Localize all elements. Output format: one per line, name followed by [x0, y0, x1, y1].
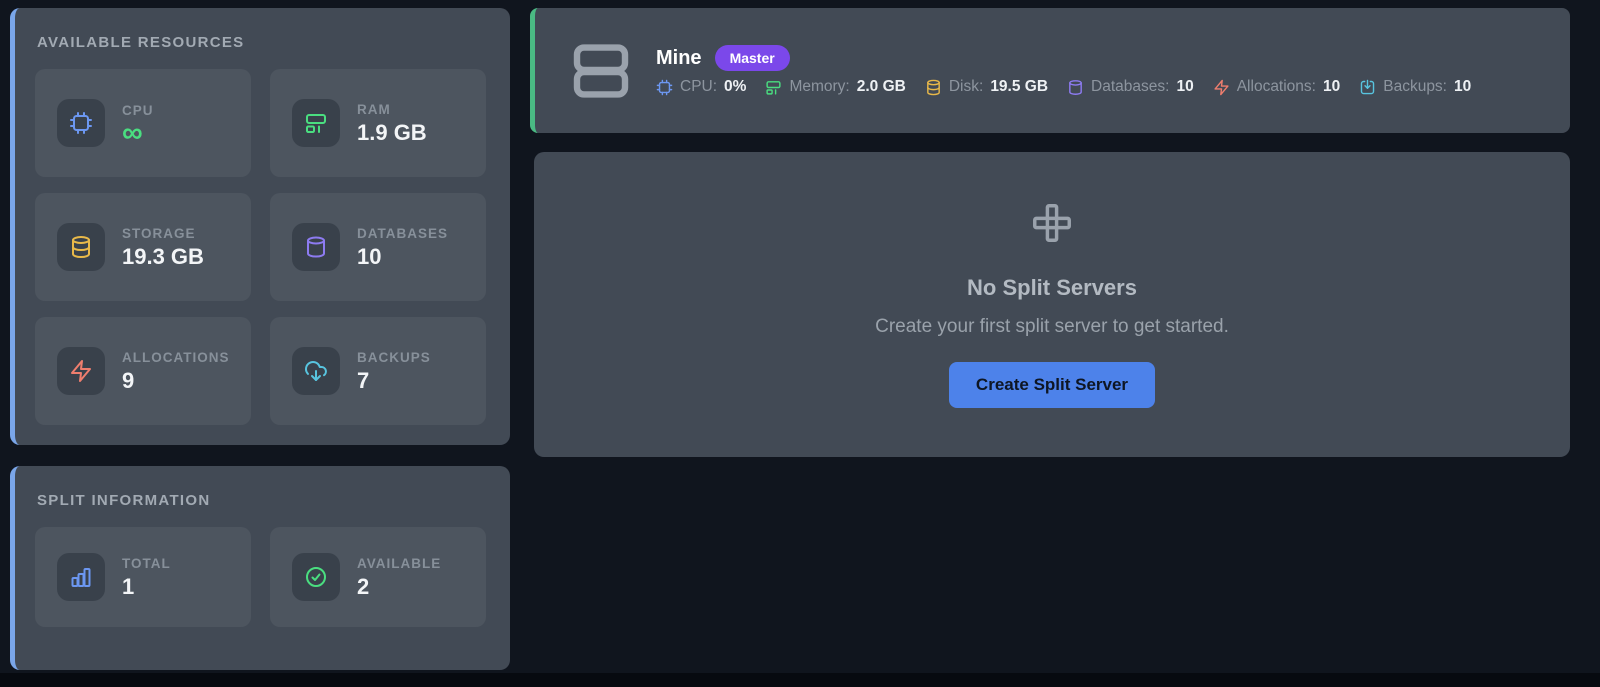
split-information-title: SPLIT INFORMATION — [37, 492, 211, 509]
stat-backups: Backups: 10 — [1359, 78, 1471, 96]
resource-value: 1.9 GB — [357, 119, 427, 145]
database-icon — [1069, 79, 1082, 95]
lightning-icon — [1214, 79, 1229, 95]
master-server-card[interactable]: Mine Master CPU: 0% Memory: 2.0 GB Disk:… — [530, 8, 1570, 133]
stat-cpu: CPU: 0% — [656, 78, 746, 96]
stat-label: Databases: — [1091, 78, 1170, 95]
empty-state-subtitle: Create your first split server to get st… — [875, 316, 1229, 337]
stat-value: 10 — [1454, 78, 1472, 95]
stat-label: CPU: — [680, 78, 718, 95]
resource-value: 10 — [357, 243, 382, 269]
split-label: TOTAL — [122, 555, 171, 571]
stat-value: 19.5 GB — [990, 78, 1049, 95]
resource-label: RAM — [357, 101, 391, 117]
cloud-download-icon — [292, 347, 340, 395]
resource-card-ram: RAM 1.9 GB — [270, 69, 486, 177]
resource-card-backups: BACKUPS 7 — [270, 317, 486, 425]
stat-allocations: Allocations: 10 — [1213, 78, 1341, 96]
plus-icon — [1029, 200, 1075, 251]
stat-value: 2.0 GB — [856, 78, 906, 95]
check-circle-icon — [292, 553, 340, 601]
split-value: 1 — [122, 573, 135, 599]
no-split-servers-panel: No Split Servers Create your first split… — [534, 152, 1570, 457]
stat-memory: Memory: 2.0 GB — [765, 78, 906, 96]
available-resources-title: AVAILABLE RESOURCES — [37, 34, 245, 51]
stat-label: Disk: — [948, 78, 984, 95]
resource-card-databases: DATABASES 10 — [270, 193, 486, 301]
resource-value: 7 — [357, 367, 370, 393]
split-card-available: AVAILABLE 2 — [270, 527, 486, 627]
database-icon — [292, 223, 340, 271]
stat-value: 10 — [1176, 78, 1194, 95]
split-label: AVAILABLE — [357, 555, 442, 571]
stat-value: 10 — [1322, 78, 1341, 95]
stat-disk: Disk: 19.5 GB — [925, 78, 1048, 96]
stat-label: Allocations: — [1236, 78, 1316, 95]
master-badge: Master — [714, 45, 790, 71]
cpu-icon — [57, 99, 105, 147]
split-value: 2 — [357, 573, 370, 599]
bar-chart-icon — [57, 553, 105, 601]
box-download-icon — [1361, 79, 1375, 94]
resource-value: ∞ — [122, 116, 143, 149]
resource-value: 9 — [122, 367, 135, 393]
split-card-total: TOTAL 1 — [35, 527, 251, 627]
resource-label: CPU — [122, 102, 154, 118]
split-information-panel: SPLIT INFORMATION TOTAL 1 AVAILABLE 2 — [10, 466, 510, 670]
stat-label: Backups: — [1383, 78, 1447, 95]
stat-label: Memory: — [789, 78, 850, 95]
storage-icon — [57, 223, 105, 271]
resource-card-cpu: CPU ∞ — [35, 69, 251, 177]
empty-state-title: No Split Servers — [967, 275, 1137, 300]
cpu-icon — [656, 79, 673, 95]
stat-databases: Databases: 10 — [1067, 78, 1194, 96]
resources-card-grid: CPU ∞ RAM 1.9 GB STORAGE 19.3 GB DATABAS… — [15, 51, 510, 425]
split-card-grid: TOTAL 1 AVAILABLE 2 — [15, 509, 510, 627]
server-icon — [568, 39, 634, 103]
resource-label: DATABASES — [357, 225, 449, 241]
ram-icon — [766, 80, 782, 95]
ram-icon — [292, 99, 340, 147]
storage-icon — [926, 79, 940, 95]
create-split-server-button[interactable]: Create Split Server — [948, 362, 1156, 408]
server-stats-row: CPU: 0% Memory: 2.0 GB Disk: 19.5 GB Dat… — [656, 78, 1471, 96]
resource-card-allocations: ALLOCATIONS 9 — [35, 317, 251, 425]
resource-label: BACKUPS — [357, 349, 431, 365]
server-name: Mine — [656, 46, 702, 69]
available-resources-panel: AVAILABLE RESOURCES CPU ∞ RAM 1.9 GB STO… — [10, 8, 510, 445]
lightning-icon — [57, 347, 105, 395]
bottom-edge-strip — [0, 673, 1600, 687]
resource-label: ALLOCATIONS — [122, 349, 230, 365]
resource-card-storage: STORAGE 19.3 GB — [35, 193, 251, 301]
resource-label: STORAGE — [122, 225, 196, 241]
resource-value: 19.3 GB — [122, 243, 204, 269]
stat-value: 0% — [724, 78, 747, 95]
